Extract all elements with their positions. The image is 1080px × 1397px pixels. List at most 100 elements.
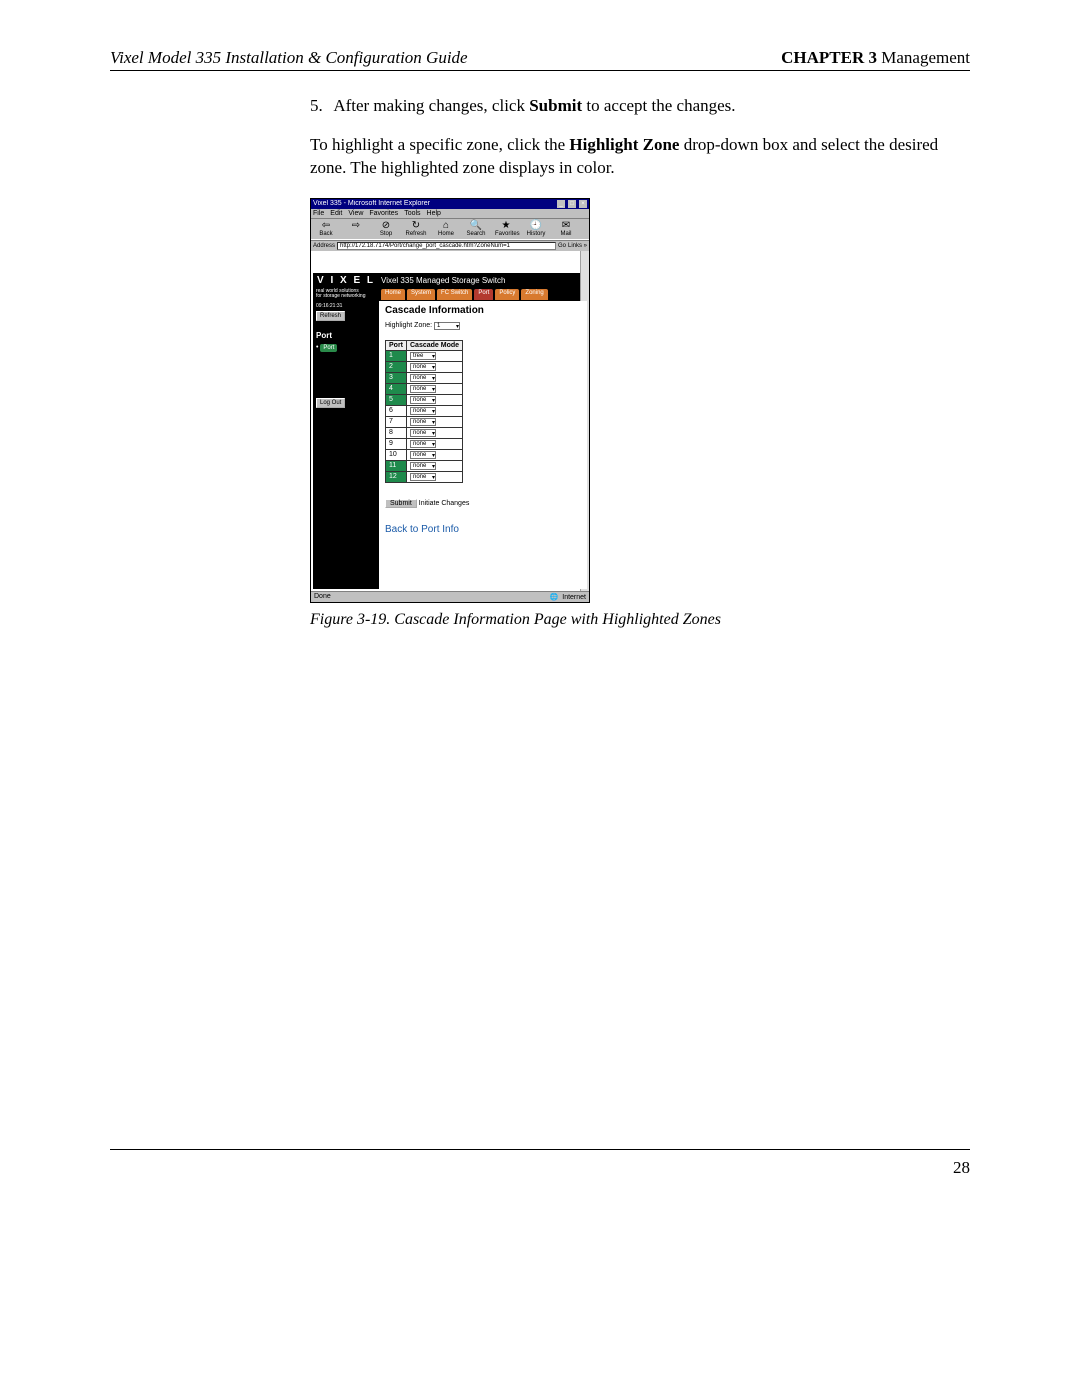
doc-header-left: Vixel Model 335 Installation & Configura…: [110, 48, 468, 68]
cascade-mode-select[interactable]: none: [410, 385, 436, 393]
port-cell: 3: [386, 372, 407, 383]
menu-view[interactable]: View: [348, 210, 363, 217]
browser-content: V I X E L Vixel 335 Managed Storage Swit…: [311, 251, 589, 591]
cascade-mode-select[interactable]: tree: [410, 352, 436, 360]
mode-cell: none: [407, 460, 463, 471]
menubar[interactable]: File Edit View Favorites Tools Help: [311, 209, 589, 218]
minimize-icon[interactable]: _: [557, 200, 565, 208]
tab-fc-switch[interactable]: FC Switch: [437, 289, 472, 300]
toolbar[interactable]: ⇦Back ⇨ ⊘Stop ↻Refresh ⌂Home 🔍Search ★Favorite…: [311, 218, 589, 240]
go-button[interactable]: Go: [558, 243, 566, 249]
refresh-button[interactable]: Refresh: [316, 311, 345, 321]
Back-button[interactable]: ⇦Back: [315, 221, 337, 237]
cascade-mode-select[interactable]: none: [410, 418, 436, 426]
cascade-mode-select[interactable]: none: [410, 440, 436, 448]
sidebar: 09:16:21:31 Refresh Port • Port Log Out: [313, 301, 379, 589]
highlight-zone-label: Highlight Zone:: [385, 322, 432, 329]
tab-system[interactable]: System: [407, 289, 435, 300]
status-right: Internet: [562, 594, 586, 601]
cascade-mode-select[interactable]: none: [410, 407, 436, 415]
cascade-mode-select[interactable]: none: [410, 429, 436, 437]
tab-policy[interactable]: Policy: [495, 289, 519, 300]
Favorites-button[interactable]: ★Favorites: [495, 221, 517, 237]
sidebar-item-port[interactable]: Port: [320, 344, 337, 352]
toolbar-label: Search: [466, 231, 485, 237]
address-bar[interactable]: Address http://172.18.7174/Port/change_p…: [311, 240, 589, 251]
tab-home[interactable]: Home: [381, 289, 405, 300]
figure-screenshot: Vixel 335 - Microsoft Internet Explorer …: [310, 198, 590, 603]
Mail-icon: ✉: [555, 221, 577, 231]
submit-button[interactable]: Submit: [385, 499, 417, 508]
table-row: 8none: [386, 427, 463, 438]
cascade-mode-select[interactable]: none: [410, 473, 436, 481]
brand-bar: V I X E L Vixel 335 Managed Storage Swit…: [313, 273, 587, 288]
highlight-zone-row: Highlight Zone: 1: [385, 322, 581, 330]
Home-button[interactable]: ⌂Home: [435, 221, 457, 237]
window-titlebar: Vixel 335 - Microsoft Internet Explorer …: [311, 199, 589, 209]
mode-cell: none: [407, 361, 463, 372]
menu-favorites[interactable]: Favorites: [369, 210, 398, 217]
submit-hint: Initiate Changes: [419, 500, 470, 507]
sidebar-section-port: Port: [316, 331, 376, 340]
Search-icon: 🔍: [465, 221, 487, 231]
table-row: 3none: [386, 372, 463, 383]
cascade-mode-select[interactable]: none: [410, 451, 436, 459]
table-row: 4none: [386, 383, 463, 394]
status-bar: Done 🌐Internet: [311, 591, 589, 602]
menu-edit[interactable]: Edit: [330, 210, 342, 217]
mode-cell: none: [407, 438, 463, 449]
toolbar-label: Mail: [560, 231, 571, 237]
nav-button[interactable]: ⇨: [345, 221, 367, 237]
Mail-button[interactable]: ✉Mail: [555, 221, 577, 237]
status-left: Done: [314, 593, 331, 601]
step-text-bold: Submit: [529, 96, 582, 115]
table-row: 10none: [386, 449, 463, 460]
toolbar-label: Home: [438, 231, 454, 237]
step-text-post: to accept the changes.: [582, 96, 735, 115]
Search-button[interactable]: 🔍Search: [465, 221, 487, 237]
table-row: 12none: [386, 471, 463, 482]
cascade-mode-select[interactable]: none: [410, 363, 436, 371]
para-pre: To highlight a specific zone, click the: [310, 135, 569, 154]
ports-table: PortCascade Mode 1tree2none3none4none5no…: [385, 340, 463, 483]
table-row: 11none: [386, 460, 463, 471]
mode-cell: none: [407, 449, 463, 460]
menu-tools[interactable]: Tools: [404, 210, 420, 217]
chapter-label: CHAPTER 3: [781, 48, 877, 67]
mode-cell: none: [407, 471, 463, 482]
tagline: real world solutions for storage network…: [313, 288, 379, 301]
mode-cell: none: [407, 394, 463, 405]
logout-button[interactable]: Log Out: [316, 398, 345, 408]
window-buttons[interactable]: _ □ ×: [556, 200, 587, 208]
cascade-mode-select[interactable]: none: [410, 462, 436, 470]
cascade-mode-select[interactable]: none: [410, 374, 436, 382]
port-cell: 9: [386, 438, 407, 449]
Refresh-button[interactable]: ↻Refresh: [405, 221, 427, 237]
close-icon[interactable]: ×: [579, 200, 587, 208]
tab-zoning[interactable]: Zoning: [521, 289, 547, 300]
doc-header-right: CHAPTER 3 Management: [781, 48, 970, 68]
table-row: 7none: [386, 416, 463, 427]
step-text-pre: After making changes, click: [333, 96, 529, 115]
col-port: Port: [386, 340, 407, 350]
port-cell: 5: [386, 394, 407, 405]
History-button[interactable]: 🕘History: [525, 221, 547, 237]
back-to-port-info-link[interactable]: Back to Port Info: [385, 524, 459, 535]
menu-help[interactable]: Help: [427, 210, 441, 217]
port-cell: 4: [386, 383, 407, 394]
mode-cell: none: [407, 416, 463, 427]
port-cell: 10: [386, 449, 407, 460]
menu-file[interactable]: File: [313, 210, 324, 217]
Refresh-icon: ↻: [405, 221, 427, 231]
cascade-mode-select[interactable]: none: [410, 396, 436, 404]
highlight-zone-select[interactable]: 1: [434, 322, 460, 330]
Stop-button[interactable]: ⊘Stop: [375, 221, 397, 237]
toolbar-label: Favorites: [495, 231, 520, 237]
links-button[interactable]: Links »: [568, 243, 587, 249]
tab-port[interactable]: Port: [474, 289, 493, 300]
port-cell: 12: [386, 471, 407, 482]
address-input[interactable]: http://172.18.7174/Port/change_port_casc…: [337, 242, 556, 250]
maximize-icon[interactable]: □: [568, 200, 576, 208]
tagline-row: real world solutions for storage network…: [313, 288, 587, 301]
tabs[interactable]: HomeSystemFC SwitchPortPolicyZoning: [379, 288, 587, 301]
